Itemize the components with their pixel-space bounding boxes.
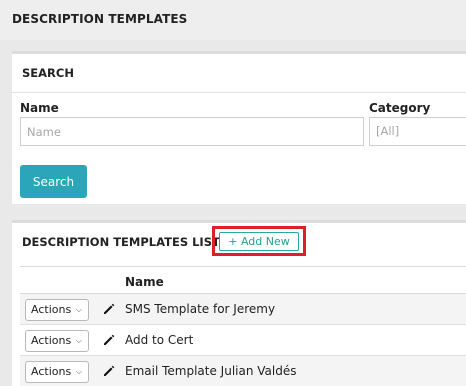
- category-label: Category: [369, 101, 431, 115]
- list-panel-title: DESCRIPTION TEMPLATES LIST: [22, 235, 220, 249]
- search-divider: [12, 92, 466, 93]
- actions-label: Actions: [31, 303, 72, 316]
- page-title: DESCRIPTION TEMPLATES: [12, 12, 188, 26]
- chevron-down-icon: ⌵: [75, 336, 82, 345]
- table-row: Actions ⌵ Email Template Julian Valdés: [20, 356, 466, 386]
- name-label: Name: [20, 101, 59, 115]
- table-row: Actions ⌵ SMS Template for Jeremy: [20, 294, 466, 325]
- actions-dropdown[interactable]: Actions ⌵: [25, 361, 89, 383]
- actions-dropdown[interactable]: Actions ⌵: [25, 299, 89, 321]
- page-header: DESCRIPTION TEMPLATES: [0, 0, 466, 40]
- templates-list-panel: DESCRIPTION TEMPLATES LIST + Add New Nam…: [12, 220, 466, 386]
- pencil-icon[interactable]: [102, 333, 116, 347]
- actions-label: Actions: [31, 365, 72, 378]
- search-panel-title: SEARCH: [22, 66, 74, 80]
- pencil-icon[interactable]: [102, 302, 116, 316]
- table-header: Name: [20, 266, 466, 294]
- template-name[interactable]: SMS Template for Jeremy: [125, 302, 275, 316]
- category-select[interactable]: [All]: [369, 117, 466, 146]
- column-header-name[interactable]: Name: [125, 275, 164, 289]
- list-header: DESCRIPTION TEMPLATES LIST + Add New: [12, 223, 466, 263]
- search-button[interactable]: Search: [20, 165, 87, 198]
- chevron-down-icon: ⌵: [75, 305, 82, 314]
- actions-dropdown[interactable]: Actions ⌵: [25, 330, 89, 352]
- name-input[interactable]: [20, 117, 364, 146]
- table-row: Actions ⌵ Add to Cert: [20, 325, 466, 356]
- add-new-highlight: + Add New: [212, 226, 306, 256]
- pencil-icon[interactable]: [102, 364, 116, 378]
- actions-label: Actions: [31, 334, 72, 347]
- add-new-button[interactable]: + Add New: [219, 232, 299, 251]
- chevron-down-icon: ⌵: [75, 367, 82, 376]
- template-name[interactable]: Email Template Julian Valdés: [125, 364, 296, 378]
- template-name[interactable]: Add to Cert: [125, 333, 193, 347]
- search-panel: SEARCH Name Category [All] Search: [12, 51, 466, 204]
